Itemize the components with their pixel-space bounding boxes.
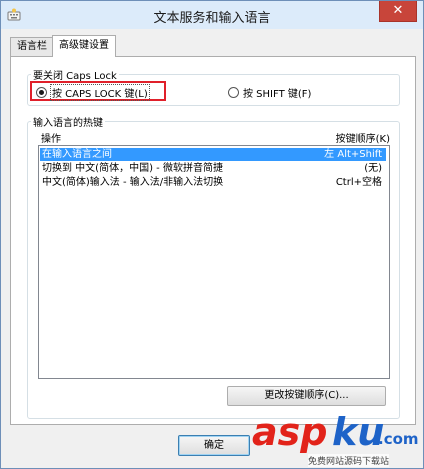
watermark-subtitle: 免费网站源码下载站 (308, 454, 390, 467)
aspku-watermark: asp ku .com 免费网站源码下载站 (252, 412, 422, 468)
close-button[interactable]: ✕ (379, 1, 417, 22)
dialog-window: 文本服务和输入语言 ✕ 语言栏 高级键设置 要关闭 Caps Lock 按 CA… (0, 0, 424, 469)
watermark-brand-com: .com (378, 430, 419, 448)
hotkeys-group-legend: 输入语言的热键 (31, 114, 105, 129)
hotkey-list[interactable]: 在输入语言之间 左 Alt+Shift 切换到 中文(简体，中国) - 微软拼音… (38, 145, 390, 379)
hotkey-row-action: 中文(简体)输入法 - 输入法/非输入法切换 (42, 177, 224, 188)
change-key-sequence-button[interactable]: 更改按键顺序(C)... (227, 386, 386, 406)
caps-lock-group-legend: 要关闭 Caps Lock (31, 67, 119, 82)
ok-button[interactable]: 确定 (178, 435, 250, 456)
close-icon: ✕ (392, 3, 404, 18)
tab-language-bar[interactable]: 语言栏 (10, 37, 54, 56)
tab-advanced-key-settings[interactable]: 高级键设置 (52, 35, 116, 57)
hotkey-row[interactable]: 切换到 中文(简体，中国) - 微软拼音简捷 (无) (40, 162, 386, 175)
watermark-brand-ku: ku (332, 410, 385, 454)
watermark-brand-asp: asp (252, 410, 328, 454)
radio-shift-indicator[interactable] (228, 87, 239, 98)
column-header-key-sequence: 按键顺序(K) (335, 134, 390, 145)
tab-panel: 要关闭 Caps Lock 按 CAPS LOCK 键(L) 按 SHIFT 键… (10, 56, 416, 425)
hotkey-row-action: 切换到 中文(简体，中国) - 微软拼音简捷 (42, 163, 223, 174)
hotkey-row[interactable]: 中文(简体)输入法 - 输入法/非输入法切换 Ctrl+空格 (40, 176, 386, 189)
radio-caps-lock-key[interactable]: 按 CAPS LOCK 键(L) (36, 84, 150, 101)
radio-shift-label: 按 SHIFT 键(F) (243, 89, 312, 100)
column-header-action: 操作 (41, 134, 61, 145)
radio-caps-lock-indicator[interactable] (36, 87, 47, 98)
hotkey-row-action: 在输入语言之间 (42, 149, 112, 160)
title-bar[interactable]: 文本服务和输入语言 ✕ (1, 1, 423, 29)
hotkey-row-key: (无) (364, 163, 382, 174)
hotkey-row-key: 左 Alt+Shift (324, 149, 382, 160)
window-title: 文本服务和输入语言 (153, 11, 271, 26)
hotkey-row[interactable]: 在输入语言之间 左 Alt+Shift (40, 148, 386, 161)
hotkey-row-key: Ctrl+空格 (335, 177, 382, 188)
radio-shift-key[interactable]: 按 SHIFT 键(F) (228, 85, 311, 100)
radio-caps-lock-label: 按 CAPS LOCK 键(L) (50, 84, 150, 101)
